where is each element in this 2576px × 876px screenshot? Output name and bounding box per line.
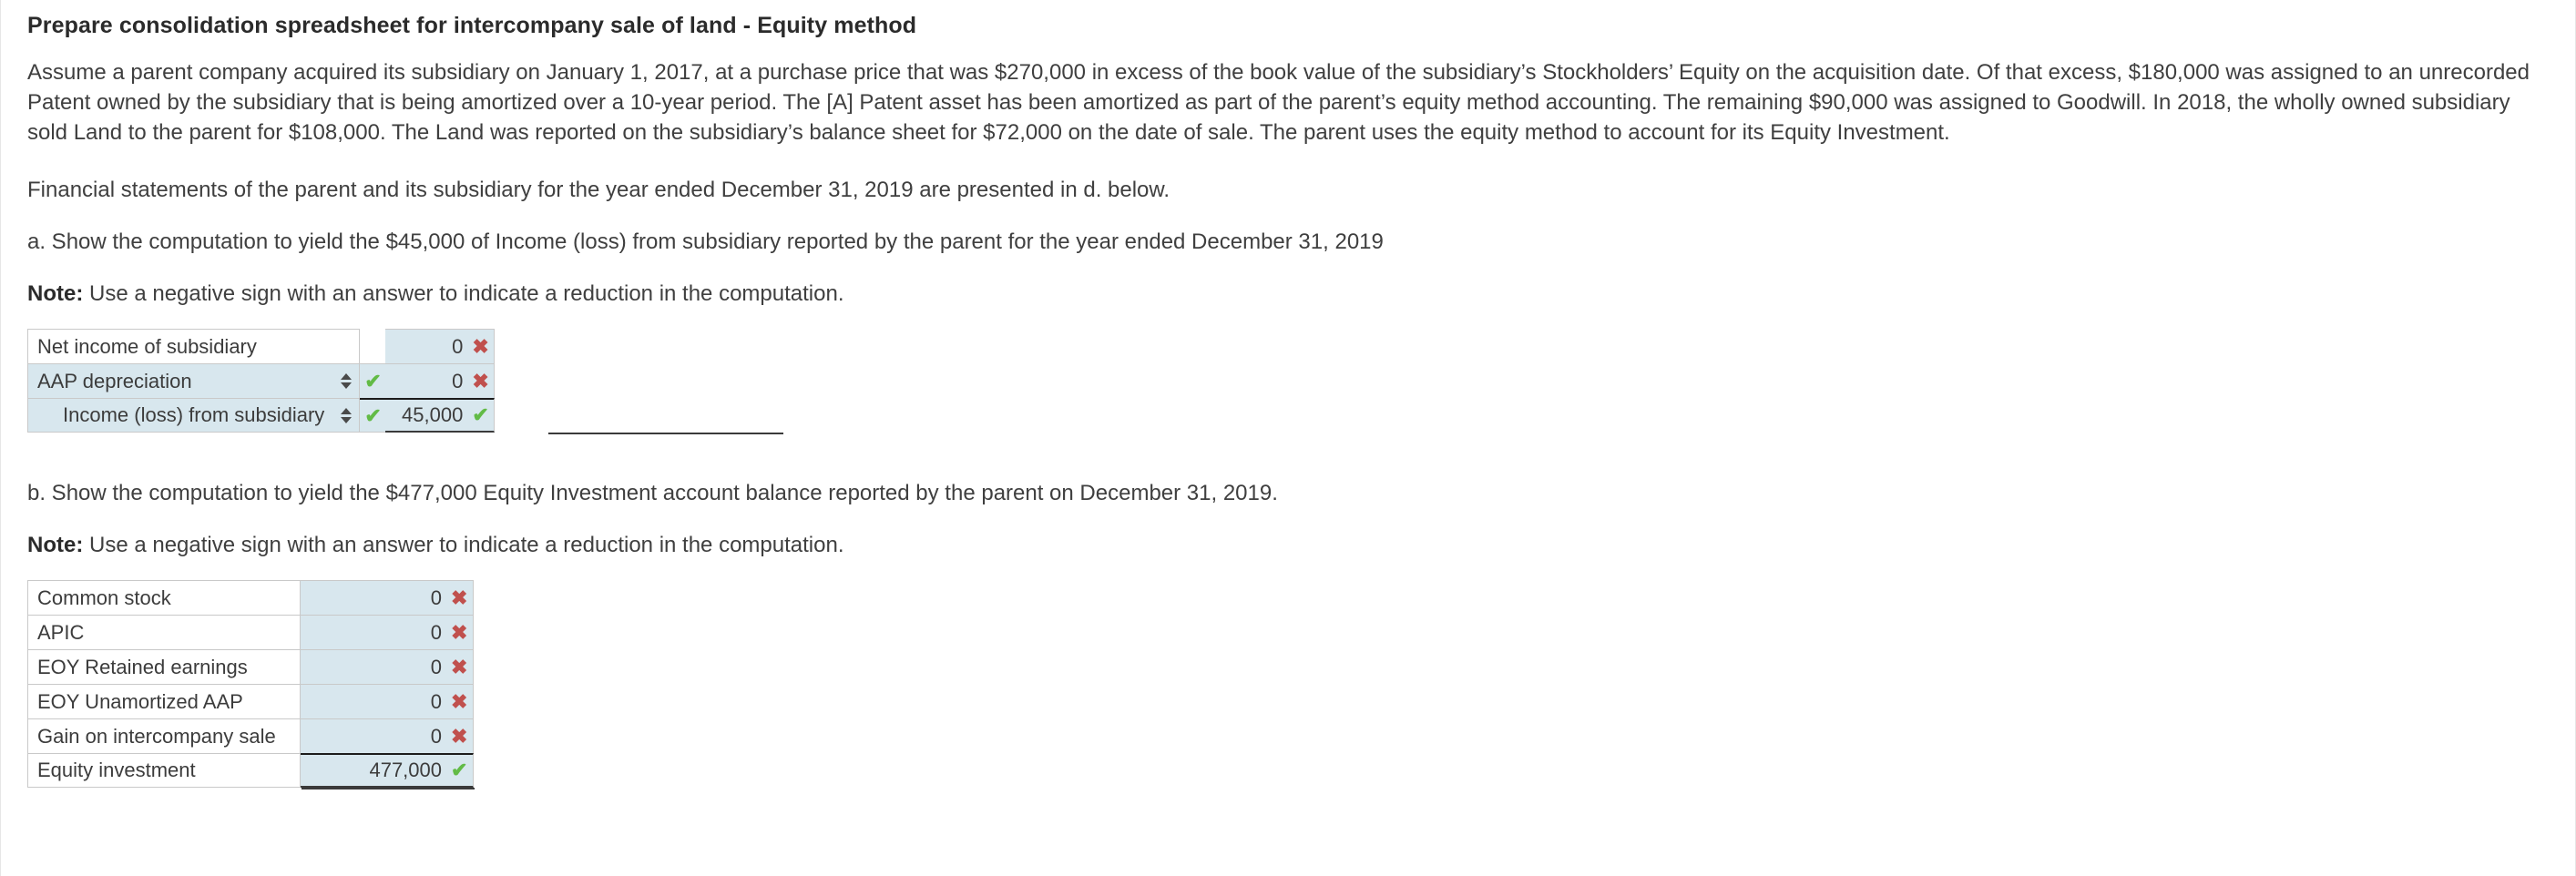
row-label: Income (loss) from subsidiary <box>63 403 325 426</box>
row-value: 0 <box>430 655 442 678</box>
row-value: 0 <box>452 369 464 392</box>
row-label-cell: Gain on intercompany sale <box>27 718 301 753</box>
part-b-note-text: Use a negative sign with an answer to in… <box>83 533 844 557</box>
row-value-cell[interactable]: 0 ✖ <box>301 615 474 649</box>
row-label: Equity investment <box>37 759 196 781</box>
row-label-cell: Common stock <box>27 580 301 615</box>
part-b-note-label: Note: <box>27 533 84 557</box>
row-label-select-cell[interactable]: AAP depreciation <box>27 363 361 398</box>
correct-icon: ✔ <box>451 759 468 781</box>
incorrect-icon: ✖ <box>451 689 468 713</box>
row-value-cell[interactable]: 0 ✖ <box>301 649 474 684</box>
table-row: EOY Retained earnings 0 ✖ <box>27 649 474 684</box>
incorrect-icon: ✖ <box>472 369 489 392</box>
row-label: AAP depreciation <box>37 369 192 392</box>
part-a-note-text: Use a negative sign with an answer to in… <box>83 281 844 306</box>
table-row-total: Equity investment 477,000 ✔ <box>27 753 474 788</box>
row-value: 0 <box>430 586 442 609</box>
question-page: Prepare consolidation spreadsheet for in… <box>0 0 2576 876</box>
incorrect-icon: ✖ <box>451 620 468 644</box>
correct-icon: ✔ <box>364 369 382 392</box>
row-label-cell: EOY Unamortized AAP <box>27 684 301 718</box>
table-row: Common stock 0 ✖ <box>27 580 474 615</box>
incorrect-icon: ✖ <box>451 586 468 609</box>
incorrect-icon: ✖ <box>451 724 468 748</box>
row-label: EOY Unamortized AAP <box>37 689 243 713</box>
part-b-answer-table: Common stock 0 ✖ APIC 0 ✖ EOY Retained e… <box>27 580 474 788</box>
part-a-answer-table: Net income of subsidiary 0 ✖ AAP depreci… <box>27 329 496 433</box>
row-label-cell: EOY Retained earnings <box>27 649 301 684</box>
row-value-cell[interactable]: 0 ✖ <box>301 684 474 718</box>
row-value: 0 <box>430 689 442 713</box>
part-a-note-label: Note: <box>27 281 84 306</box>
row-value-cell[interactable]: 0 ✖ <box>301 580 474 615</box>
row-mid-mark <box>360 329 386 363</box>
row-label-cell: Equity investment <box>27 753 301 788</box>
page-title: Prepare consolidation spreadsheet for in… <box>27 13 917 38</box>
table-row: EOY Unamortized AAP 0 ✖ <box>27 684 474 718</box>
table-row-total: Income (loss) from subsidiary ✔ 45,000 ✔ <box>27 398 496 433</box>
row-label: Gain on intercompany sale <box>37 724 276 748</box>
row-label-select-cell[interactable]: Income (loss) from subsidiary <box>27 398 361 433</box>
intro-paragraph: Assume a parent company acquired its sub… <box>27 60 2530 145</box>
row-label: EOY Retained earnings <box>37 655 248 678</box>
part-b-note: Note: Use a negative sign with an answer… <box>27 530 2549 560</box>
part-b-prompt: b. Show the computation to yield the $47… <box>27 481 1278 505</box>
incorrect-icon: ✖ <box>451 655 468 678</box>
row-value: 45,000 <box>402 403 464 426</box>
table-row: Net income of subsidiary 0 ✖ <box>27 329 496 363</box>
correct-icon: ✔ <box>364 403 382 427</box>
total-double-rule <box>302 788 475 791</box>
row-mid-mark: ✔ <box>360 363 386 398</box>
row-value: 0 <box>452 334 464 358</box>
row-value-cell[interactable]: 45,000 ✔ <box>385 398 496 433</box>
row-value: 0 <box>430 620 442 644</box>
part-a-prompt: a. Show the computation to yield the $45… <box>27 229 1384 254</box>
financial-statements-note: Financial statements of the parent and i… <box>27 178 1170 202</box>
table-row: APIC 0 ✖ <box>27 615 474 649</box>
row-label-cell: APIC <box>27 615 301 649</box>
part-a-note: Note: Use a negative sign with an answer… <box>27 279 2549 309</box>
row-value-cell[interactable]: 477,000 ✔ <box>301 753 474 788</box>
row-value-cell[interactable]: 0 ✖ <box>301 718 474 753</box>
row-label-cell: Net income of subsidiary <box>27 329 361 363</box>
select-updown-arrows-icon[interactable] <box>341 407 353 423</box>
row-label: Common stock <box>37 586 171 609</box>
row-label: Net income of subsidiary <box>37 334 257 358</box>
row-value-cell[interactable]: 0 ✖ <box>385 329 496 363</box>
table-row: AAP depreciation ✔ 0 ✖ <box>27 363 496 398</box>
table-row: Gain on intercompany sale 0 ✖ <box>27 718 474 753</box>
row-value-cell[interactable]: 0 ✖ <box>385 363 496 398</box>
incorrect-icon: ✖ <box>472 334 489 358</box>
row-value: 0 <box>430 724 442 748</box>
select-updown-arrows-icon[interactable] <box>341 373 353 389</box>
correct-icon: ✔ <box>472 403 489 426</box>
row-value: 477,000 <box>369 759 442 781</box>
row-label: APIC <box>37 620 85 644</box>
row-mid-mark: ✔ <box>360 398 386 433</box>
